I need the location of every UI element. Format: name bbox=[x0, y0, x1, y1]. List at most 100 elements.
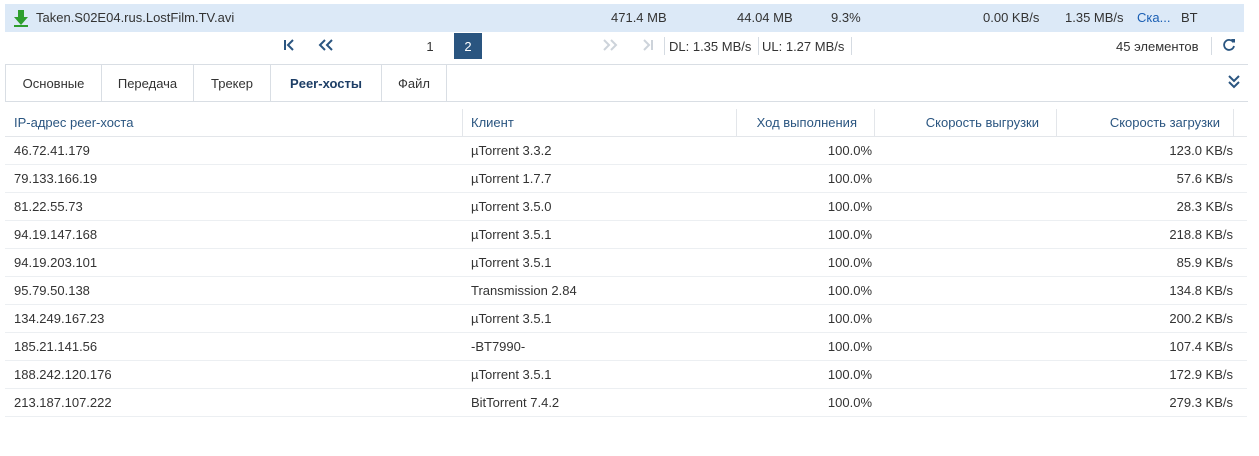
last-page-button[interactable] bbox=[640, 32, 656, 58]
cell-client: µTorrent 3.5.1 bbox=[471, 367, 552, 382]
cell-client: µTorrent 3.5.1 bbox=[471, 255, 552, 270]
tab-file[interactable]: Файл bbox=[382, 65, 447, 101]
pager-divider bbox=[1211, 37, 1212, 55]
tab-general[interactable]: Основные bbox=[6, 65, 102, 101]
tab-peers[interactable]: Peer-хосты bbox=[271, 65, 382, 101]
cell-progress: 100.0% bbox=[827, 311, 872, 326]
cell-ip: 188.242.120.176 bbox=[14, 367, 112, 382]
next-pages-button[interactable] bbox=[600, 32, 620, 58]
table-row[interactable]: 134.249.167.23 µTorrent 3.5.1 100.0% 200.2 … bbox=[5, 305, 1247, 333]
refresh-button[interactable] bbox=[1219, 32, 1239, 58]
task-type: BT bbox=[1181, 10, 1198, 25]
cell-ip: 94.19.147.168 bbox=[14, 227, 98, 242]
first-page-button[interactable] bbox=[280, 32, 298, 58]
dl-rate: DL: 1.35 MB/s bbox=[669, 39, 752, 54]
cell-download-speed: 134.8 KB/s bbox=[1169, 283, 1233, 298]
cell-client: Transmission 2.84 bbox=[471, 283, 577, 298]
last-page-icon bbox=[643, 39, 653, 51]
task-progress: 9.3% bbox=[831, 10, 861, 25]
cell-ip: 79.133.166.19 bbox=[14, 171, 98, 186]
cell-ip: 95.79.50.138 bbox=[14, 283, 90, 298]
cell-download-speed: 28.3 KB/s bbox=[1176, 199, 1233, 214]
cell-progress: 100.0% bbox=[827, 339, 872, 354]
pager: 1 2 DL: 1.35 MB/s UL: 1.27 MB/s 45 элеме… bbox=[0, 32, 1259, 62]
cell-upload-speed bbox=[875, 333, 1040, 360]
download-arrow-icon bbox=[14, 10, 28, 27]
page-1-button[interactable]: 1 bbox=[416, 33, 444, 59]
cell-download-speed: 172.9 KB/s bbox=[1169, 367, 1233, 382]
cell-ip: 94.19.203.101 bbox=[14, 255, 98, 270]
cell-client: µTorrent 3.3.2 bbox=[471, 143, 552, 158]
cell-download-speed: 85.9 KB/s bbox=[1176, 255, 1233, 270]
table-row[interactable]: 185.21.141.56 -BT7990- 100.0% 107.4 KB/s bbox=[5, 333, 1247, 361]
task-name: Taken.S02E04.rus.LostFilm.TV.avi bbox=[36, 10, 235, 25]
cell-upload-speed bbox=[875, 249, 1040, 276]
task-upload-speed: 0.00 KB/s bbox=[983, 10, 1040, 25]
table-row[interactable]: 46.72.41.179 µTorrent 3.3.2 100.0% 123.0 KB… bbox=[5, 137, 1247, 165]
table-row[interactable]: 95.79.50.138 Transmission 2.84 100.0% 134.8… bbox=[5, 277, 1247, 305]
download-row[interactable]: Taken.S02E04.rus.LostFilm.TV.avi 471.4 M… bbox=[5, 4, 1244, 32]
table-row[interactable]: 94.19.203.101 µTorrent 3.5.1 100.0% 85.9 KB… bbox=[5, 249, 1247, 277]
cell-download-speed: 57.6 KB/s bbox=[1176, 171, 1233, 186]
column-header-download-speed[interactable]: Скорость загрузки bbox=[1057, 109, 1234, 136]
cell-ip: 46.72.41.179 bbox=[14, 143, 90, 158]
task-downloaded: 44.04 MB bbox=[737, 10, 793, 25]
pager-divider bbox=[851, 37, 852, 55]
page-2-button[interactable]: 2 bbox=[454, 33, 482, 59]
cell-download-speed: 107.4 KB/s bbox=[1169, 339, 1233, 354]
cell-download-speed: 123.0 KB/s bbox=[1169, 143, 1233, 158]
cell-client: µTorrent 3.5.1 bbox=[471, 311, 552, 326]
pager-divider bbox=[664, 37, 665, 55]
ul-rate: UL: 1.27 MB/s bbox=[762, 39, 845, 54]
cell-ip: 185.21.141.56 bbox=[14, 339, 98, 354]
cell-upload-speed bbox=[875, 221, 1040, 248]
table-row[interactable]: 94.19.147.168 µTorrent 3.5.1 100.0% 218.8 K… bbox=[5, 221, 1247, 249]
cell-progress: 100.0% bbox=[827, 199, 872, 214]
cell-download-speed: 218.8 KB/s bbox=[1169, 227, 1233, 242]
cell-progress: 100.0% bbox=[827, 171, 872, 186]
cell-download-speed: 200.2 KB/s bbox=[1169, 311, 1233, 326]
cell-upload-speed bbox=[875, 277, 1040, 304]
cell-upload-speed bbox=[875, 389, 1040, 416]
table-row[interactable]: 188.242.120.176 µTorrent 3.5.1 100.0% 172.9… bbox=[5, 361, 1247, 389]
table-row[interactable]: 79.133.166.19 µTorrent 1.7.7 100.0% 57.6 KB… bbox=[5, 165, 1247, 193]
prev-pages-button[interactable] bbox=[316, 32, 336, 58]
detail-tabs: Основные Передача Трекер Peer-хосты Файл bbox=[5, 64, 1248, 102]
task-status: Ска... bbox=[1137, 10, 1171, 25]
cell-upload-speed bbox=[875, 137, 1040, 164]
next-pages-icon bbox=[603, 39, 618, 51]
cell-client: -BT7990- bbox=[471, 339, 526, 354]
first-page-icon bbox=[284, 39, 294, 51]
collapse-icon[interactable] bbox=[1226, 73, 1242, 91]
cell-client: µTorrent 1.7.7 bbox=[471, 171, 552, 186]
column-header-client[interactable]: Клиент bbox=[463, 109, 737, 136]
table-row[interactable]: 81.22.55.73 µTorrent 3.5.0 100.0% 28.3 KB/s bbox=[5, 193, 1247, 221]
prev-pages-icon bbox=[318, 39, 333, 51]
cell-progress: 100.0% bbox=[827, 227, 872, 242]
tab-transfer[interactable]: Передача bbox=[102, 65, 194, 101]
cell-ip: 213.187.107.222 bbox=[14, 395, 112, 410]
tab-tracker[interactable]: Трекер bbox=[194, 65, 271, 101]
peers-table-header: IP-адрес peer-хоста Клиент Ход выполнени… bbox=[5, 109, 1247, 137]
table-row[interactable]: 213.187.107.222 BitTorrent 7.4.2 100.0% 279… bbox=[5, 389, 1247, 417]
cell-progress: 100.0% bbox=[827, 395, 872, 410]
total-items: 45 элементов bbox=[1116, 39, 1199, 54]
refresh-icon bbox=[1223, 39, 1235, 51]
cell-upload-speed bbox=[875, 361, 1040, 388]
task-download-speed: 1.35 MB/s bbox=[1065, 10, 1124, 25]
cell-upload-speed bbox=[875, 305, 1040, 332]
column-header-progress[interactable]: Ход выполнения bbox=[737, 109, 875, 136]
cell-progress: 100.0% bbox=[827, 367, 872, 382]
column-header-ip[interactable]: IP-адрес peer-хоста bbox=[5, 109, 463, 136]
cell-client: µTorrent 3.5.0 bbox=[471, 199, 552, 214]
column-header-upload-speed[interactable]: Скорость выгрузки bbox=[875, 109, 1057, 136]
cell-ip: 81.22.55.73 bbox=[14, 199, 83, 214]
cell-progress: 100.0% bbox=[827, 143, 872, 158]
cell-progress: 100.0% bbox=[827, 255, 872, 270]
cell-ip: 134.249.167.23 bbox=[14, 311, 105, 326]
cell-upload-speed bbox=[875, 165, 1040, 192]
cell-progress: 100.0% bbox=[827, 283, 872, 298]
cell-client: BitTorrent 7.4.2 bbox=[471, 395, 560, 410]
cell-upload-speed bbox=[875, 193, 1040, 220]
pager-divider bbox=[758, 37, 759, 55]
